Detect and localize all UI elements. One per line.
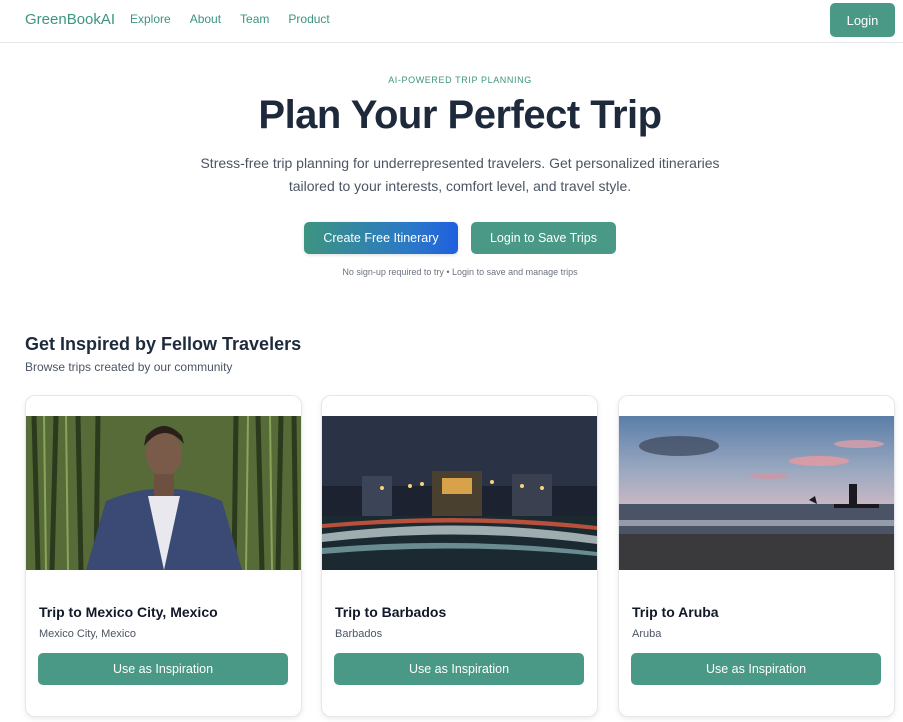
trip-card-title: Trip to Barbados xyxy=(335,604,447,620)
nav-link-team[interactable]: Team xyxy=(240,12,269,26)
trip-photo-mexico-city xyxy=(26,416,301,570)
trip-card-barbados: Trip to Barbados Barbados Use as Inspira… xyxy=(321,395,598,717)
nav-link-explore[interactable]: Explore xyxy=(130,12,171,26)
brand-logo-link[interactable]: GreenBookAI xyxy=(25,11,115,28)
use-as-inspiration-button[interactable]: Use as Inspiration xyxy=(334,653,584,685)
hero-title: Plan Your Perfect Trip xyxy=(258,93,662,137)
trip-card-location: Aruba xyxy=(632,628,662,640)
hero-note: No sign-up required to try • Login to sa… xyxy=(342,267,578,277)
trip-photo-barbados xyxy=(322,416,597,570)
trip-card-title: Trip to Aruba xyxy=(632,604,719,620)
trip-card-location: Barbados xyxy=(335,628,383,640)
inspiration-subtitle: Browse trips created by our community xyxy=(25,360,233,374)
use-as-inspiration-button[interactable]: Use as Inspiration xyxy=(38,653,288,685)
trip-card-title: Trip to Mexico City, Mexico xyxy=(39,604,218,620)
hero-eyebrow: AI-POWERED TRIP PLANNING xyxy=(388,75,532,85)
trip-photo-aruba xyxy=(619,416,894,570)
nav-link-about[interactable]: About xyxy=(190,12,221,26)
trip-card-mexico-city: Trip to Mexico City, Mexico Mexico City,… xyxy=(25,395,302,717)
create-itinerary-button[interactable]: Create Free Itinerary xyxy=(304,222,458,254)
trip-card-aruba: Trip to Aruba Aruba Use as Inspiration xyxy=(618,395,895,717)
main-nav: Explore About Team Product xyxy=(130,12,349,26)
trip-card-location: Mexico City, Mexico xyxy=(39,628,136,640)
top-navbar: GreenBookAI Explore About Team Product L… xyxy=(0,0,903,43)
login-save-trips-button[interactable]: Login to Save Trips xyxy=(471,222,616,254)
use-as-inspiration-button[interactable]: Use as Inspiration xyxy=(631,653,881,685)
nav-link-product[interactable]: Product xyxy=(288,12,329,26)
hero-subtitle: Stress-free trip planning for underrepre… xyxy=(200,155,720,194)
inspiration-title: Get Inspired by Fellow Travelers xyxy=(25,334,302,354)
login-button[interactable]: Login xyxy=(830,3,895,37)
